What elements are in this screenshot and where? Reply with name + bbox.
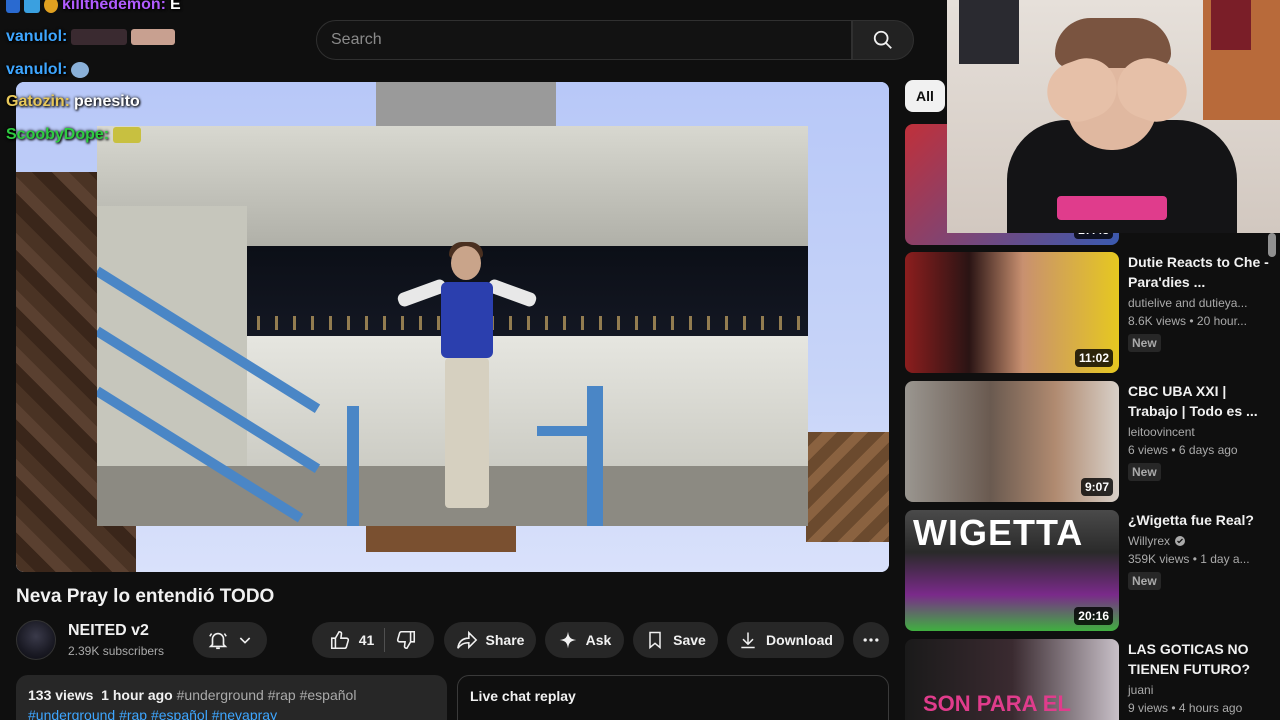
- emote-icon: [113, 127, 142, 143]
- chat-text: E: [170, 0, 181, 13]
- download-icon: [741, 632, 755, 649]
- streamer-webcam: [947, 0, 1280, 233]
- recommended-video[interactable]: 11:02 Dutie Reacts to Che - Para'dies ..…: [905, 252, 1280, 373]
- recommended-video[interactable]: 9:07 CBC UBA XXI | Trabajo | Todo es ...…: [905, 381, 1280, 502]
- video-title: Neva Pray lo entendió TODO: [16, 586, 275, 607]
- video-stats: 8.6K views • 20 hour...: [1128, 314, 1247, 328]
- video-duration: 11:02: [1074, 349, 1113, 367]
- video-stats: 359K views • 1 day a...: [1128, 552, 1250, 566]
- video-thumbnail[interactable]: 9:07: [905, 381, 1119, 502]
- badge-icon: [6, 0, 20, 13]
- badge-icon: [24, 0, 40, 13]
- subscriber-count: 2.39K subscribers: [68, 644, 165, 658]
- recommended-video[interactable]: SON PARA EL LAS GOTICAS NO TIENEN FUTURO…: [905, 639, 1280, 720]
- chat-text: penesito: [74, 93, 140, 110]
- save-icon: [649, 631, 661, 650]
- video-duration: 9:07: [1080, 478, 1113, 496]
- like-dislike-group: 41: [312, 622, 434, 658]
- chat-message: killthedemon: E: [6, 0, 181, 14]
- badge-icon: [44, 0, 58, 13]
- verified-icon: [1175, 536, 1185, 546]
- save-button[interactable]: Save: [633, 622, 718, 658]
- share-icon: [456, 630, 477, 650]
- video-title[interactable]: Dutie Reacts to Che - Para'dies ...: [1128, 252, 1278, 292]
- sidebar-scrollbar[interactable]: [1268, 233, 1276, 257]
- more-actions-button[interactable]: [853, 622, 889, 658]
- chip-all[interactable]: All: [905, 80, 945, 112]
- channel-avatar[interactable]: [16, 620, 56, 660]
- video-thumbnail[interactable]: 11:02: [905, 252, 1119, 373]
- channel-name[interactable]: juani: [1128, 683, 1278, 697]
- video-duration: 20:16: [1074, 607, 1113, 625]
- like-icon: [330, 630, 349, 650]
- hashtags[interactable]: #underground #rap #español: [177, 687, 357, 703]
- new-badge: New: [1128, 463, 1161, 481]
- video-thumbnail[interactable]: SON PARA EL: [905, 639, 1119, 720]
- minecraft-block-background: [366, 522, 516, 552]
- chat-message: ScoobyDope:: [6, 126, 142, 144]
- embedded-video-frame: [97, 126, 808, 526]
- chat-message: Gatozin: penesito: [6, 93, 140, 111]
- new-badge: New: [1128, 334, 1161, 352]
- video-thumbnail[interactable]: WIGETTA 20:16: [905, 510, 1119, 631]
- view-count-and-date: 133 views 1 hour ago: [28, 687, 173, 703]
- live-chat-replay-label: Live chat replay: [470, 688, 576, 704]
- video-title[interactable]: LAS GOTICAS NO TIENEN FUTURO?: [1128, 639, 1278, 679]
- live-chat-replay-panel[interactable]: Live chat replay: [457, 675, 889, 720]
- bell-icon: [208, 632, 228, 650]
- channel-name[interactable]: leitoovincent: [1128, 425, 1278, 439]
- like-button[interactable]: 41: [329, 629, 375, 651]
- dislike-icon: [397, 630, 416, 650]
- video-title[interactable]: CBC UBA XXI | Trabajo | Todo es ...: [1128, 381, 1278, 421]
- search-button[interactable]: [852, 20, 914, 60]
- like-count: 41: [358, 632, 375, 648]
- minecraft-block-background: [376, 82, 556, 126]
- chat-username: vanulol:: [6, 28, 68, 45]
- channel-name[interactable]: NEITED v2: [68, 622, 149, 640]
- new-badge: New: [1128, 572, 1161, 590]
- chat-username: Gatozin:: [6, 93, 70, 110]
- dislike-button[interactable]: [395, 629, 417, 651]
- chat-username: ScoobyDope:: [6, 126, 110, 143]
- chat-message: vanulol:: [6, 61, 90, 79]
- recommended-video[interactable]: WIGETTA 20:16 ¿Wigetta fue Real? Willyre…: [905, 510, 1280, 631]
- chat-username: vanulol:: [6, 61, 68, 78]
- search-box[interactable]: [316, 20, 852, 60]
- more-icon: [863, 638, 879, 642]
- channel-name[interactable]: dutielive and dutieya...: [1128, 296, 1278, 310]
- emote-icon: [131, 29, 176, 45]
- channel-name[interactable]: Willyrex: [1128, 534, 1278, 548]
- person-figure: [396, 242, 538, 526]
- notification-bell-button[interactable]: [193, 622, 267, 658]
- chat-message: vanulol:: [6, 28, 176, 46]
- video-stats: 9 views • 4 hours ago: [1128, 701, 1243, 715]
- minecraft-block-background: [806, 432, 889, 542]
- video-description[interactable]: 133 views 1 hour ago #underground #rap #…: [16, 675, 447, 720]
- ask-sparkle-icon: [559, 631, 576, 649]
- emote-icon: [71, 62, 90, 78]
- video-title[interactable]: ¿Wigetta fue Real?: [1128, 510, 1278, 530]
- video-stats: 6 views • 6 days ago: [1128, 443, 1238, 457]
- share-button[interactable]: Share: [444, 622, 536, 658]
- download-button[interactable]: Download: [727, 622, 844, 658]
- search-icon: [873, 30, 892, 49]
- search-input[interactable]: [331, 31, 851, 49]
- chat-username: killthedemon:: [62, 0, 167, 13]
- video-player[interactable]: [16, 82, 889, 572]
- hashtags-links[interactable]: #underground #rap #español #nevapray: [28, 707, 435, 720]
- emote-icon: [71, 29, 128, 45]
- thumbnail-text: SON PARA EL: [923, 691, 1071, 716]
- ask-button[interactable]: Ask: [545, 622, 624, 658]
- thumbnail-text: WIGETTA: [913, 512, 1084, 553]
- chevron-down-icon: [239, 637, 251, 644]
